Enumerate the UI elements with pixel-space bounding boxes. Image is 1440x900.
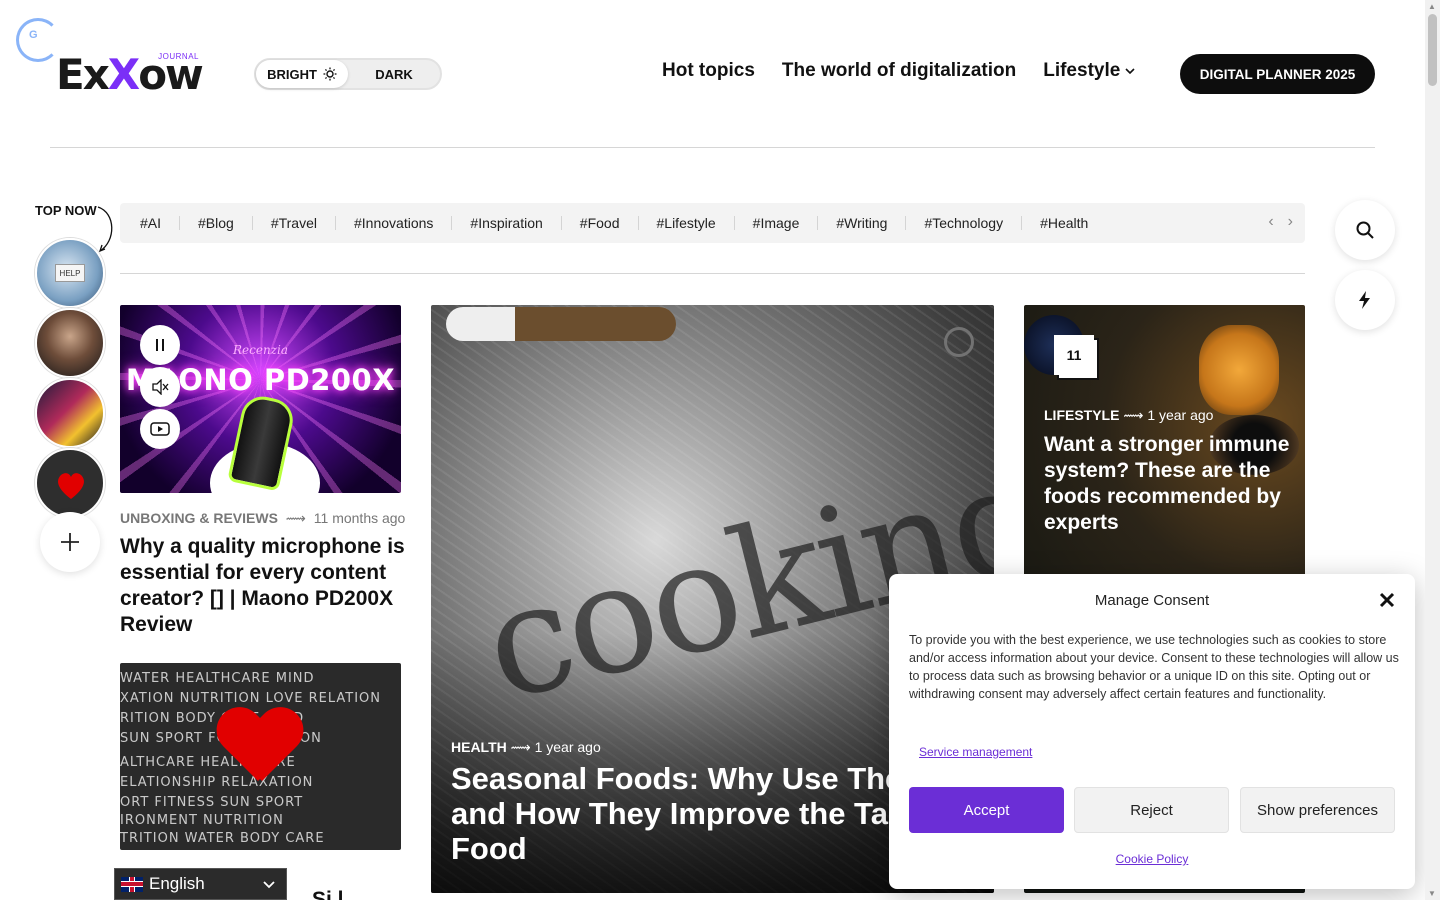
hero-spoon <box>446 307 676 341</box>
tag-food[interactable]: #Food <box>580 216 639 230</box>
consent-dialog: Manage Consent To provide you with the b… <box>889 574 1415 889</box>
separator-icon: ⟿ <box>285 510 306 526</box>
post-meta-left-1: UNBOXING & REVIEWS ⟿ 11 months ago <box>120 510 405 527</box>
language-selector[interactable]: English <box>114 868 287 900</box>
site-logo[interactable]: ExXow JOURNAL <box>56 50 204 100</box>
youtube-icon <box>150 422 170 436</box>
tag-image[interactable]: #Image <box>753 216 819 230</box>
consent-title: Manage Consent <box>1094 592 1210 609</box>
chalk-text: WATER HEALTHCARE MIND <box>120 671 315 686</box>
youtube-button[interactable] <box>140 409 180 449</box>
nav-lifestyle-label: Lifestyle <box>1043 60 1121 81</box>
accept-button[interactable]: Accept <box>909 787 1064 833</box>
consent-body: To provide you with the best experience,… <box>909 633 1399 701</box>
plus-icon <box>61 533 79 551</box>
curved-arrow-icon <box>97 206 113 253</box>
scroll-up-icon[interactable]: ▲ <box>1428 2 1436 11</box>
top-now-label: TOP NOW <box>35 203 97 218</box>
tag-health[interactable]: #Health <box>1040 216 1106 230</box>
uk-flag-icon <box>121 876 143 892</box>
separator-icon: ⟿ <box>510 739 531 755</box>
hero-meta: HEALTH ⟿ 1 year ago <box>451 739 601 756</box>
chevron-left-icon[interactable]: ‹ <box>1268 213 1273 231</box>
mute-button[interactable] <box>140 367 180 407</box>
pause-button[interactable] <box>140 325 180 365</box>
main-navigation: Hot topics The world of digitalization L… <box>662 60 1136 82</box>
flash-news-button[interactable] <box>1335 270 1395 330</box>
theme-bright-label: BRIGHT <box>267 66 317 82</box>
gallery-count-badge: 11 <box>1054 335 1094 375</box>
post-category[interactable]: UNBOXING & REVIEWS <box>120 510 278 526</box>
pause-icon <box>156 339 164 351</box>
hero-video-indicator <box>944 327 974 357</box>
chalk-text: TRITION WATER BODY CARE <box>120 831 325 846</box>
show-preferences-button[interactable]: Show preferences <box>1240 787 1395 833</box>
theme-dark-option[interactable]: DARK <box>348 60 440 88</box>
page-scrollbar[interactable]: ▲ ▼ <box>1425 0 1440 900</box>
header-divider <box>50 147 1375 148</box>
post-title-left-2-partial[interactable]: Si l <box>312 888 344 900</box>
story-avatar-2[interactable] <box>35 308 105 378</box>
story-avatar-3[interactable] <box>35 378 105 448</box>
cookie-policy-link[interactable]: Cookie Policy <box>889 852 1415 866</box>
card-image-bowl <box>1199 325 1279 415</box>
story-avatar-1[interactable]: HELP <box>35 238 105 308</box>
card-right-meta: LIFESTYLE ⟿ 1 year ago <box>1044 407 1213 424</box>
hero-time: 1 year ago <box>534 739 601 755</box>
language-label: English <box>149 874 205 893</box>
tag-technology[interactable]: #Technology <box>924 216 1023 230</box>
tag-bar: #AI #Blog #Travel #Innovations #Inspirat… <box>120 203 1305 243</box>
search-icon <box>1356 221 1374 239</box>
theme-dark-label: DARK <box>375 66 413 82</box>
close-icon <box>1379 592 1395 608</box>
search-button[interactable] <box>1335 200 1395 260</box>
tag-divider <box>120 273 1305 274</box>
tag-blog[interactable]: #Blog <box>198 216 253 230</box>
heart-icon <box>216 709 300 793</box>
translate-icon[interactable]: G <box>16 18 60 62</box>
chalk-text: XATION NUTRITION LOVE RELATION <box>120 691 381 706</box>
sun-icon <box>323 67 337 81</box>
theme-bright-option[interactable]: BRIGHT <box>256 60 348 88</box>
digital-planner-button[interactable]: DIGITAL PLANNER 2025 <box>1180 54 1375 94</box>
post-title-left-1[interactable]: Why a quality microphone is essential fo… <box>120 534 405 638</box>
story-avatar-4[interactable] <box>35 448 105 518</box>
lightning-icon <box>1359 291 1370 309</box>
nav-lifestyle[interactable]: Lifestyle <box>1043 60 1136 82</box>
post-thumbnail-microphone[interactable]: Recenzia MAONO PD200X <box>120 305 401 493</box>
logo-journal-label: JOURNAL <box>158 52 199 61</box>
chevron-down-icon <box>1125 68 1135 75</box>
hero-category[interactable]: HEALTH <box>451 739 507 755</box>
tag-ai[interactable]: #AI <box>140 216 181 230</box>
mute-icon <box>152 379 169 395</box>
tag-writing[interactable]: #Writing <box>836 216 907 230</box>
close-button[interactable] <box>1379 588 1395 614</box>
chevron-down-icon <box>263 881 275 889</box>
tag-innovations[interactable]: #Innovations <box>354 216 453 230</box>
scroll-thumb[interactable] <box>1428 14 1437 86</box>
reject-button[interactable]: Reject <box>1074 787 1229 833</box>
tag-lifestyle[interactable]: #Lifestyle <box>657 216 735 230</box>
chalk-text: IRONMENT NUTRITION <box>120 813 284 828</box>
tag-scroll-controls: ‹ › <box>1268 213 1293 231</box>
post-time: 11 months ago <box>313 510 406 526</box>
help-sign: HELP <box>55 264 85 282</box>
heart-icon <box>54 468 88 502</box>
theme-toggle[interactable]: BRIGHT DARK <box>254 58 442 90</box>
post-thumbnail-health-heart[interactable]: WATER HEALTHCARE MIND XATION NUTRITION L… <box>120 663 401 850</box>
nav-hot-topics[interactable]: Hot topics <box>662 60 755 82</box>
add-story-button[interactable] <box>40 512 100 572</box>
chalk-text: ORT FITNESS SUN SPORT <box>120 795 304 810</box>
tag-travel[interactable]: #Travel <box>271 216 336 230</box>
chevron-right-icon[interactable]: › <box>1288 213 1293 231</box>
nav-digitalization[interactable]: The world of digitalization <box>782 60 1016 82</box>
service-management-link[interactable]: Service management <box>919 745 1032 759</box>
card-right-title[interactable]: Want a stronger immune system? These are… <box>1044 432 1294 536</box>
separator-icon: ⟿ <box>1123 407 1144 423</box>
card-right-time: 1 year ago <box>1147 407 1214 423</box>
scroll-down-icon[interactable]: ▼ <box>1428 889 1436 898</box>
card-right-category[interactable]: LIFESTYLE <box>1044 407 1119 423</box>
tag-inspiration[interactable]: #Inspiration <box>470 216 562 230</box>
